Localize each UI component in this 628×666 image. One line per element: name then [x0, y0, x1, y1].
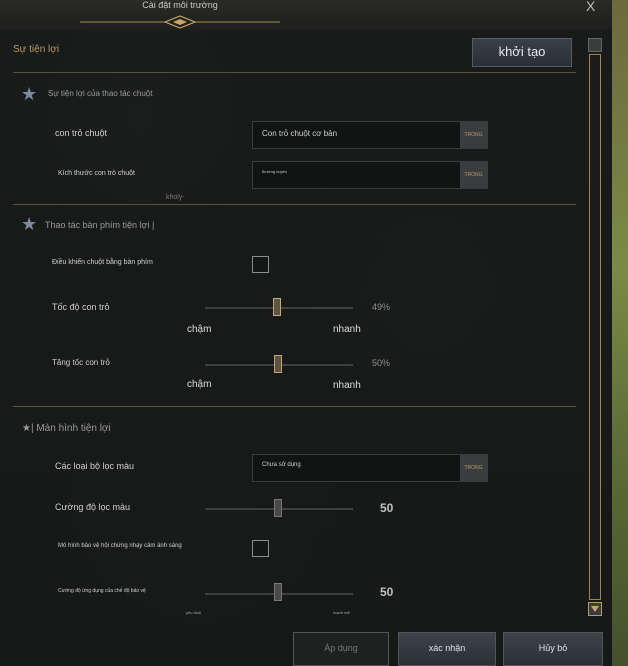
keyboard-section-heading: Thao tác bàn phím tiện lợi | [45, 220, 155, 230]
color-filter-dropdown[interactable]: Chưa sử dụng TRONG [252, 454, 488, 482]
protection-strength-max: mạnh mẽ [333, 610, 350, 615]
title-bar: Cài đặt môi trường X [0, 0, 612, 30]
scroll-thumb[interactable] [589, 54, 601, 600]
color-filter-value: Chưa sử dụng [262, 462, 301, 468]
star-icon: ★ [21, 214, 38, 234]
pointer-speed-slider[interactable] [273, 298, 281, 316]
cursor-dropdown[interactable]: Con trỏ chuột cơ bản TRONG [252, 121, 488, 149]
pointer-accel-label: Tăng tốc con trỏ [52, 358, 110, 367]
background-terrain [612, 0, 628, 666]
cursor-dropdown-button[interactable]: TRONG [460, 122, 487, 148]
scroll-up-icon[interactable] [588, 38, 602, 52]
color-filter-strength-value: 50 [380, 501, 394, 515]
settings-panel: Cài đặt môi trường X Sự tiện lợi khởi tạ… [0, 0, 612, 666]
photosensitivity-label: Mô hình bảo vệ hội chứng nhạy cảm ánh sá… [58, 543, 182, 549]
divider [13, 406, 576, 407]
cancel-button[interactable]: Hủy bỏ [503, 632, 603, 666]
pointer-speed-max: nhanh [333, 324, 361, 335]
pointer-speed-min: chậm [187, 324, 212, 335]
pointer-accel-min: chậm [187, 379, 212, 390]
keyboard-mouse-checkbox[interactable] [252, 256, 269, 273]
pointer-accel-slider[interactable] [274, 355, 282, 373]
cursor-size-value: thường xuyên [262, 169, 287, 174]
keyboard-mouse-label: Điều khiển chuột bằng bàn phím [52, 259, 153, 266]
star-icon: ★ [21, 84, 38, 104]
divider [13, 204, 576, 205]
color-filter-strength-slider[interactable] [274, 499, 282, 517]
apply-button[interactable]: Áp dụng [293, 632, 389, 666]
protection-strength-min: yếu đuối [186, 610, 202, 615]
color-filter-dropdown-button[interactable]: TRONG [460, 455, 487, 481]
photosensitivity-checkbox[interactable] [252, 540, 269, 557]
mouse-section-heading: Sự tiện lợi của thao tác chuột [48, 89, 153, 98]
protection-strength-label: Cường độ ứng dụng của chế độ bảo vệ [58, 588, 146, 594]
color-filter-type-label: Các loại bộ lọc màu [55, 461, 135, 471]
reset-button[interactable]: khởi tạo [472, 38, 572, 67]
close-button[interactable]: X [586, 0, 595, 14]
cursor-label: con trỏ chuột [55, 128, 108, 138]
color-filter-strength-label: Cường độ lọc màu [55, 502, 130, 512]
divider [13, 72, 576, 73]
confirm-button[interactable]: xác nhận [398, 632, 496, 666]
cursor-value: Con trỏ chuột cơ bản [262, 129, 338, 138]
scroll-down-icon[interactable] [588, 602, 602, 616]
protection-strength-value: 50 [380, 585, 394, 599]
protection-strength-slider[interactable] [274, 583, 282, 601]
pointer-speed-value: 49% [372, 302, 391, 312]
cursor-size-dropdown[interactable]: thường xuyên TRONG [252, 161, 488, 189]
window-title: Cài đặt môi trường [142, 0, 218, 10]
cursor-size-label: Kích thước con trỏ chuột [58, 170, 135, 177]
cursor-size-dropdown-button[interactable]: TRONG [460, 162, 487, 188]
pointer-speed-label: Tốc độ con trỏ [52, 302, 110, 312]
scrollbar[interactable] [588, 38, 602, 616]
section-title: Sự tiện lợi [13, 44, 60, 55]
stray-text: kholy- [166, 194, 185, 201]
pointer-accel-max: nhanh [333, 380, 361, 391]
screen-section-heading: ★| Màn hình tiện lợi [22, 423, 111, 434]
title-ornament-icon [80, 15, 280, 29]
pointer-accel-value: 50% [372, 358, 391, 368]
